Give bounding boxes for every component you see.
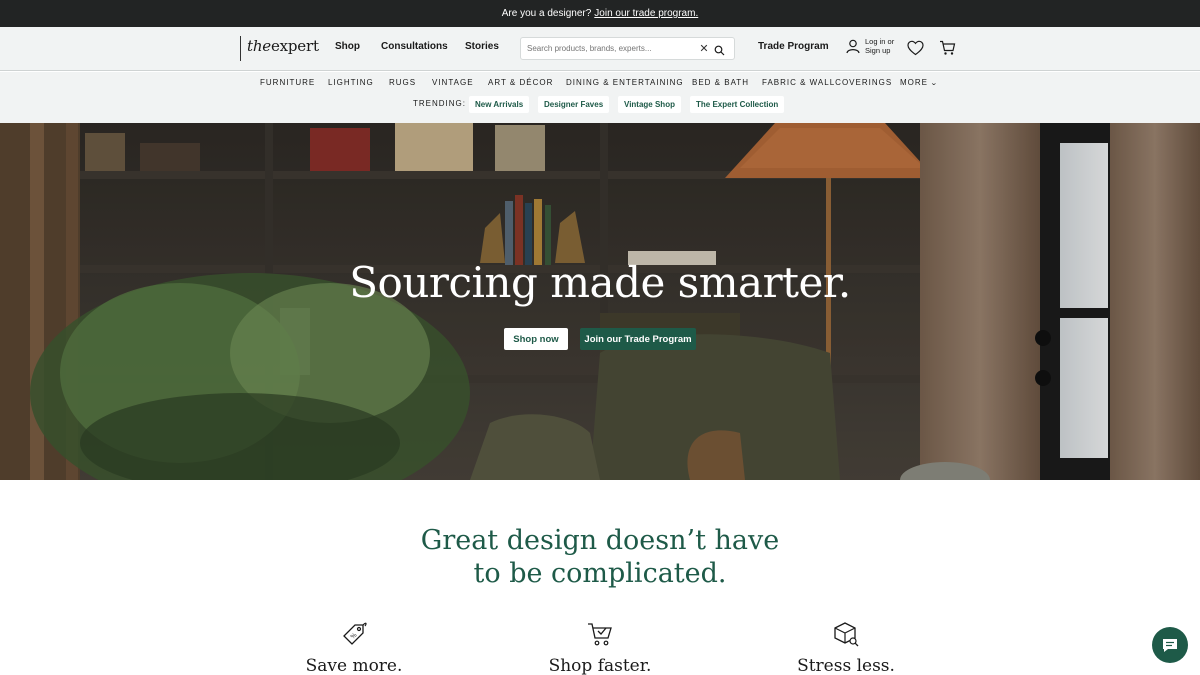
category-art-decor[interactable]: ART & DÉCOR [488, 78, 553, 87]
hero-title: Sourcing made smarter. [349, 258, 851, 307]
login-text: Log in or [865, 37, 895, 46]
search-box: ✕ [520, 37, 735, 60]
trending-chip-vintage-shop[interactable]: Vintage Shop [618, 96, 681, 113]
logo-the: the [247, 37, 271, 55]
value-prop-save: % Save more. [234, 620, 474, 675]
account-text: Log in or Sign up [865, 37, 894, 55]
heart-icon[interactable] [907, 40, 924, 56]
announcement-text: Are you a designer? [501, 8, 592, 19]
category-lighting[interactable]: LIGHTING [328, 78, 374, 87]
trending-chip-new-arrivals[interactable]: New Arrivals [469, 96, 530, 113]
logo-expert: expert [270, 37, 319, 55]
join-trade-program-button[interactable]: Join our Trade Program [580, 328, 696, 350]
nav-shop[interactable]: Shop [335, 41, 360, 52]
logo-divider [240, 36, 241, 61]
category-rugs[interactable]: RUGS [389, 78, 416, 87]
more-label: MORE [900, 78, 928, 87]
category-furniture[interactable]: FURNITURE [260, 78, 315, 87]
price-tag-icon: % [343, 622, 367, 645]
headline-line-2: to be complicated. [473, 558, 727, 589]
clear-icon[interactable]: ✕ [699, 42, 709, 55]
account-button[interactable]: Log in or Sign up [846, 37, 894, 55]
search-icon[interactable] [714, 43, 725, 56]
cart-check-icon [588, 623, 612, 646]
trending-chip-designer-faves[interactable]: Designer Faves [538, 96, 610, 113]
cart-icon[interactable] [939, 40, 956, 56]
signup-text: Sign up [865, 46, 891, 55]
trade-program-nav[interactable]: Trade Program [758, 41, 829, 52]
chat-icon [1163, 638, 1177, 652]
shop-now-button[interactable]: Shop now [504, 328, 568, 350]
headline-line-1: Great design doesn’t have [420, 525, 780, 556]
nav-consultations[interactable]: Consultations [381, 41, 448, 52]
chevron-down-icon: ⌄ [930, 80, 940, 87]
category-more[interactable]: MORE ⌄ [900, 78, 938, 87]
nav-stories[interactable]: Stories [465, 41, 499, 52]
value-prop-save-label: Save more. [305, 656, 403, 675]
hero-banner: Sourcing made smarter. Shop now Join our… [0, 123, 1200, 480]
search-input[interactable] [527, 44, 695, 53]
value-headline: Great design doesn’t have to be complica… [0, 524, 1200, 590]
box-search-icon [834, 622, 859, 647]
category-nav: FURNITURE LIGHTING RUGS VINTAGE ART & DÉ… [0, 72, 1200, 123]
user-icon [846, 39, 860, 53]
value-prop-stress-label: Stress less. [797, 656, 895, 675]
announcement-bar: Are you a designer? Join our trade progr… [0, 0, 1200, 27]
value-prop-shop-label: Shop faster. [548, 656, 652, 675]
site-logo[interactable]: theexpert [247, 37, 319, 55]
value-prop-stress: Stress less. [726, 620, 966, 675]
trending-label: TRENDING: [413, 99, 466, 108]
category-bed-bath[interactable]: BED & BATH [692, 78, 749, 87]
category-vintage[interactable]: VINTAGE [432, 78, 474, 87]
category-fabric[interactable]: FABRIC & WALLCOVERINGS [762, 78, 892, 87]
site-header: theexpert Shop Consultations Stories ✕ T… [0, 27, 1200, 71]
trade-program-link[interactable]: Join our trade program. [594, 8, 698, 19]
category-dining[interactable]: DINING & ENTERTAINING [566, 78, 684, 87]
value-prop-shop: Shop faster. [480, 620, 720, 675]
trending-chip-expert-collection[interactable]: The Expert Collection [690, 96, 785, 113]
chat-button[interactable] [1152, 627, 1188, 663]
